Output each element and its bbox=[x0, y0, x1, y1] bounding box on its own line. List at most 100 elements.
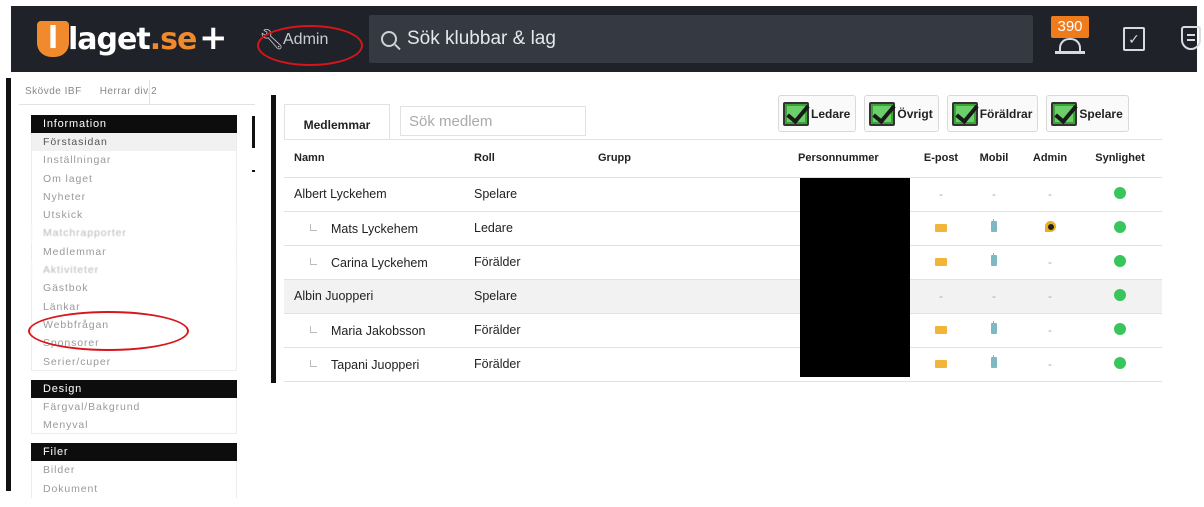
admin-button[interactable]: 🔧︎ Admin bbox=[259, 28, 328, 52]
column-header-roll[interactable]: Roll bbox=[474, 140, 598, 178]
member-name[interactable]: Maria Jakobsson bbox=[331, 324, 426, 338]
filter-ledare-button[interactable]: Ledare bbox=[778, 95, 857, 132]
sidebar-item-serier-cuper[interactable]: Serier/cuper bbox=[31, 352, 237, 371]
table-row[interactable]: Carina Lyckehem Förälder - bbox=[284, 245, 1162, 280]
visibility-dot-icon[interactable] bbox=[1114, 322, 1126, 335]
member-role: Förälder bbox=[474, 245, 598, 280]
notification-count-badge: 390 bbox=[1051, 16, 1089, 38]
filter-spelare-button[interactable]: Spelare bbox=[1046, 95, 1129, 132]
sidebar-item-om-laget[interactable]: Om laget bbox=[31, 169, 237, 188]
logo-text: laget bbox=[68, 21, 151, 57]
member-name-cell[interactable]: Albin Juopperi bbox=[284, 279, 474, 314]
sidebar-item-bilder[interactable]: Bilder bbox=[31, 461, 237, 480]
member-name[interactable]: Tapani Juopperi bbox=[331, 358, 419, 372]
sidebar-item-installningar[interactable]: Inställningar bbox=[31, 151, 237, 170]
tree-elbow-icon bbox=[310, 325, 317, 333]
column-header-grupp[interactable]: Grupp bbox=[598, 140, 798, 178]
menu-shield-icon[interactable] bbox=[1181, 26, 1201, 50]
sidebar-item-fargval[interactable]: Färgval/Bakgrund bbox=[31, 397, 237, 417]
phone-icon[interactable] bbox=[991, 355, 997, 368]
add-button[interactable]: + bbox=[199, 21, 228, 55]
filter-foraldrar-button[interactable]: Föräldrar bbox=[946, 95, 1039, 132]
member-name-cell[interactable]: Albert Lyckehem bbox=[284, 177, 474, 212]
notifications-button[interactable]: 390 bbox=[1051, 16, 1093, 60]
column-header-personnummer[interactable]: Personnummer bbox=[798, 140, 916, 178]
member-name-cell[interactable]: Mats Lyckehem bbox=[284, 211, 474, 246]
column-header-mobil[interactable]: Mobil bbox=[966, 140, 1022, 178]
member-name[interactable]: Mats Lyckehem bbox=[331, 222, 418, 236]
visibility-dot-icon[interactable] bbox=[1114, 254, 1126, 267]
tab-medlemmar[interactable]: Medlemmar bbox=[284, 104, 390, 139]
empty-dash: - bbox=[1048, 289, 1052, 303]
checkbox-checked-icon bbox=[783, 101, 809, 126]
redacted-personnummer-block bbox=[800, 178, 910, 377]
tree-elbow-icon bbox=[310, 359, 317, 367]
menu-header-information: Information bbox=[31, 115, 237, 133]
member-name[interactable]: Carina Lyckehem bbox=[331, 256, 428, 270]
sidebar-item-lankar[interactable]: Länkar bbox=[31, 297, 237, 316]
member-mail-cell bbox=[916, 245, 966, 280]
member-role: Spelare bbox=[474, 279, 598, 314]
laget-logo[interactable]: l laget.se bbox=[37, 21, 197, 57]
member-search-input[interactable] bbox=[400, 106, 586, 136]
mail-icon[interactable] bbox=[935, 258, 947, 266]
bell-icon bbox=[1059, 38, 1081, 52]
empty-dash: - bbox=[992, 187, 996, 201]
phone-icon[interactable] bbox=[991, 253, 997, 266]
admin-key-icon[interactable] bbox=[1044, 221, 1056, 232]
filter-ovrigt-button[interactable]: Övrigt bbox=[864, 95, 939, 132]
breadcrumb-club[interactable]: Skövde IBF bbox=[25, 86, 82, 97]
table-row[interactable]: Albert Lyckehem Spelare - - - bbox=[284, 177, 1162, 212]
visibility-dot-icon[interactable] bbox=[1114, 356, 1126, 369]
member-name[interactable]: Albert Lyckehem bbox=[294, 187, 387, 201]
mail-icon[interactable] bbox=[935, 224, 947, 232]
phone-icon[interactable] bbox=[991, 219, 997, 232]
filter-label: Ledare bbox=[811, 106, 851, 121]
column-header-namn[interactable]: Namn bbox=[284, 140, 474, 178]
member-name[interactable]: Albin Juopperi bbox=[294, 289, 373, 303]
members-table: Namn Roll Grupp Personnummer E-post Mobi… bbox=[284, 140, 1162, 382]
member-group bbox=[598, 279, 798, 314]
sidebar-item-forstasidan[interactable]: Förstasidan bbox=[31, 133, 237, 152]
sidebar-item-aktiviteter[interactable]: Aktiviteter bbox=[31, 261, 237, 280]
member-name-cell[interactable]: Tapani Juopperi bbox=[284, 347, 474, 382]
empty-dash: - bbox=[939, 187, 943, 201]
mail-icon[interactable] bbox=[935, 326, 947, 334]
table-row[interactable]: Tapani Juopperi Förälder - bbox=[284, 347, 1162, 382]
sidebar-item-gastbok[interactable]: Gästbok bbox=[31, 279, 237, 298]
member-visibility-cell bbox=[1078, 211, 1162, 246]
phone-icon[interactable] bbox=[991, 321, 997, 334]
sidebar-item-utskick[interactable]: Utskick bbox=[31, 206, 237, 225]
club-search-bar[interactable] bbox=[369, 15, 1033, 63]
table-row[interactable]: Albin Juopperi Spelare - - - bbox=[284, 279, 1162, 314]
tasks-checkbox-icon[interactable]: ✓ bbox=[1123, 27, 1145, 51]
filter-label: Föräldrar bbox=[979, 106, 1033, 121]
club-search-input[interactable] bbox=[407, 28, 1007, 50]
sidebar-item-nyheter[interactable]: Nyheter bbox=[31, 187, 237, 207]
sidebar-item-menyval[interactable]: Menyval bbox=[31, 416, 237, 435]
empty-dash: - bbox=[1048, 323, 1052, 337]
sidebar-item-webbfragan[interactable]: Webbfrågan bbox=[31, 315, 237, 335]
member-name-cell[interactable]: Maria Jakobsson bbox=[284, 313, 474, 348]
member-name-cell[interactable]: Carina Lyckehem bbox=[284, 245, 474, 280]
column-header-synlighet[interactable]: Synlighet bbox=[1078, 140, 1162, 178]
sidebar-item-matchrapporter[interactable]: Matchrapporter bbox=[31, 224, 237, 243]
column-header-admin[interactable]: Admin bbox=[1022, 140, 1078, 178]
column-header-epost[interactable]: E-post bbox=[916, 140, 966, 178]
checkbox-checked-icon bbox=[1051, 101, 1078, 126]
mail-icon[interactable] bbox=[935, 360, 947, 368]
member-group bbox=[598, 347, 798, 382]
sidebar-item-medlemmar[interactable]: Medlemmar bbox=[31, 242, 237, 262]
visibility-dot-icon[interactable] bbox=[1114, 288, 1126, 301]
tree-elbow-icon bbox=[310, 257, 317, 265]
sidebar-item-dokument[interactable]: Dokument bbox=[31, 479, 237, 499]
table-row[interactable]: Mats Lyckehem Ledare bbox=[284, 211, 1162, 246]
sidebar-item-sponsorer[interactable]: Sponsorer bbox=[31, 334, 237, 353]
member-mail-cell bbox=[916, 347, 966, 382]
member-visibility-cell bbox=[1078, 245, 1162, 280]
member-visibility-cell bbox=[1078, 177, 1162, 212]
visibility-dot-icon[interactable] bbox=[1114, 186, 1126, 199]
visibility-dot-icon[interactable] bbox=[1114, 220, 1126, 233]
empty-dash: - bbox=[939, 289, 943, 303]
table-row[interactable]: Maria Jakobsson Förälder - bbox=[284, 313, 1162, 348]
